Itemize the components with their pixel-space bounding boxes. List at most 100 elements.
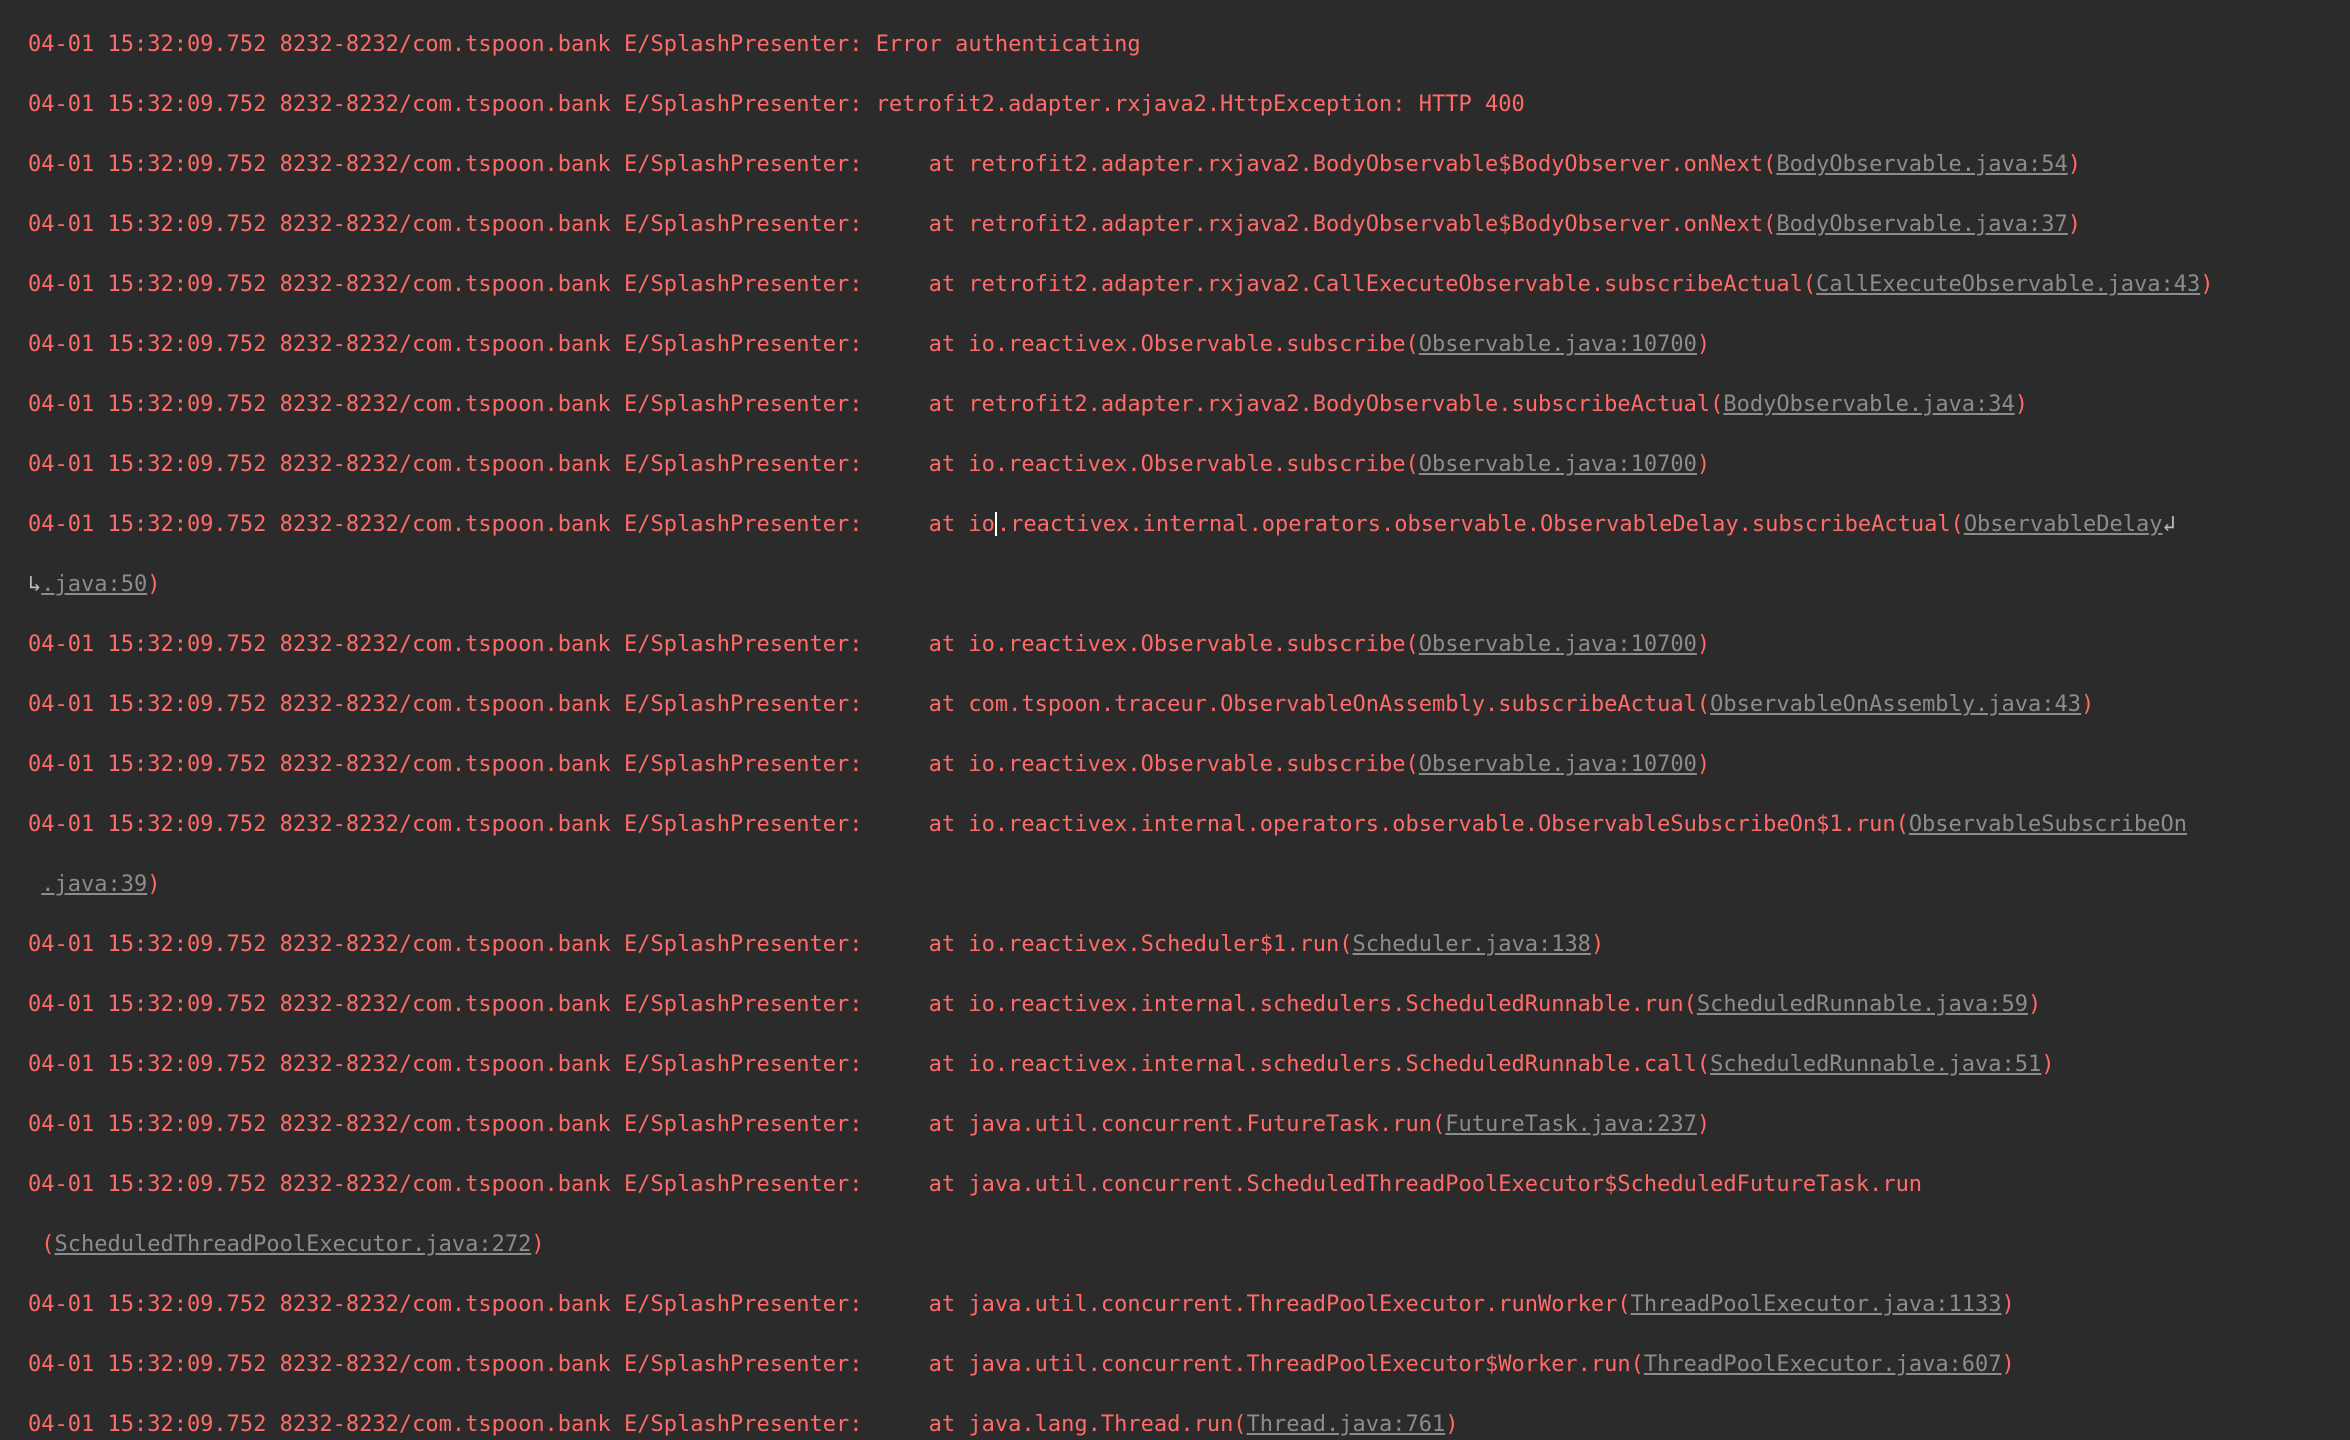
stack-paren: ) [1696,332,1711,357]
stack-paren: ) [2067,212,2082,237]
stack-paren: ) [1696,1112,1711,1137]
source-link[interactable]: ObservableSubscribeOn [1909,812,2187,837]
log-line: 04-01 15:32:09.752 8232-8232/com.tspoon.… [28,390,2350,420]
stack-method: retrofit2.adapter.rxjava2.CallExecuteObs… [968,272,1817,297]
stack-paren: ( [41,1232,55,1257]
source-link[interactable]: Scheduler.java:138 [1353,932,1591,957]
stack-paren: ) [2200,272,2214,297]
log-prefix: 04-01 15:32:09.752 8232-8232/com.tspoon.… [28,1112,876,1137]
stack-at: at [875,452,969,477]
logcat-output[interactable]: 04-01 15:32:09.752 8232-8232/com.tspoon.… [0,0,2350,1437]
source-link[interactable]: .java:39 [41,872,147,897]
stack-at: at [875,1352,969,1377]
stack-at: at [875,332,969,357]
source-link[interactable]: BodyObservable.java:54 [1776,152,2067,177]
log-line: 04-01 15:32:09.752 8232-8232/com.tspoon.… [28,150,2350,180]
log-line: 04-01 15:32:09.752 8232-8232/com.tspoon.… [28,270,2350,300]
log-line: 04-01 15:32:09.752 8232-8232/com.tspoon.… [28,810,2350,840]
log-prefix: 04-01 15:32:09.752 8232-8232/com.tspoon.… [28,1292,876,1317]
log-prefix: 04-01 15:32:09.752 8232-8232/com.tspoon.… [28,152,876,177]
log-line: 04-01 15:32:09.752 8232-8232/com.tspoon.… [28,1350,2350,1380]
source-link[interactable]: Observable.java:10700 [1419,332,1697,357]
stack-paren: ) [1696,452,1711,477]
stack-at: at [875,1112,969,1137]
stack-at: at [875,272,969,297]
stack-method: retrofit2.adapter.rxjava2.BodyObservable… [968,212,1777,237]
stack-paren: ) [2067,152,2082,177]
source-link[interactable]: ThreadPoolExecutor.java:607 [1644,1352,2002,1377]
stack-method: io.reactivex.internal.schedulers.Schedul… [968,1052,1711,1077]
stack-method: io.reactivex.Scheduler$1.run( [968,932,1353,957]
source-link[interactable]: ObservableDelay [1964,512,2163,537]
stack-method: io.reactivex.Observable.subscribe( [968,752,1419,777]
source-link[interactable]: Observable.java:10700 [1419,452,1697,477]
stack-paren: ) [2014,392,2029,417]
log-prefix: 04-01 15:32:09.752 8232-8232/com.tspoon.… [28,632,876,657]
log-line: 04-01 15:32:09.752 8232-8232/com.tspoon.… [28,990,2350,1020]
stack-paren: ) [2028,992,2042,1017]
source-link[interactable]: FutureTask.java:237 [1445,1112,1697,1137]
source-link[interactable]: CallExecuteObservable.java:43 [1816,272,2200,297]
stack-paren: ) [147,572,161,597]
log-line-wrap: (ScheduledThreadPoolExecutor.java:272) [28,1230,2350,1260]
log-prefix: 04-01 15:32:09.752 8232-8232/com.tspoon.… [28,1172,876,1197]
stack-at: at [875,1172,969,1197]
stack-method: io.reactivex.internal.operators.observab… [968,812,1909,837]
source-link[interactable]: ScheduledRunnable.java:59 [1697,992,2028,1017]
log-line: 04-01 15:32:09.752 8232-8232/com.tspoon.… [28,1050,2350,1080]
source-link[interactable]: Observable.java:10700 [1419,752,1697,777]
stack-method: retrofit2.adapter.rxjava2.BodyObservable… [968,392,1724,417]
log-prefix: 04-01 15:32:09.752 8232-8232/com.tspoon.… [28,92,876,117]
log-prefix: 04-01 15:32:09.752 8232-8232/com.tspoon.… [28,272,876,297]
source-link[interactable]: ObservableOnAssembly.java:43 [1710,692,2081,717]
stack-method: io.reactivex.Observable.subscribe( [968,632,1419,657]
log-line: 04-01 15:32:09.752 8232-8232/com.tspoon.… [28,510,2350,540]
source-link[interactable]: ThreadPoolExecutor.java:1133 [1631,1292,2002,1317]
stack-at: at [875,632,969,657]
source-link[interactable]: BodyObservable.java:37 [1776,212,2067,237]
soft-wrap-icon: ↲ [2162,512,2176,537]
source-link[interactable]: .java:50 [41,572,147,597]
log-prefix: 04-01 15:32:09.752 8232-8232/com.tspoon.… [28,212,876,237]
log-line: 04-01 15:32:09.752 8232-8232/com.tspoon.… [28,930,2350,960]
log-line: 04-01 15:32:09.752 8232-8232/com.tspoon.… [28,630,2350,660]
source-link[interactable]: Thread.java:761 [1247,1412,1446,1437]
source-link[interactable]: ScheduledRunnable.java:51 [1710,1052,2041,1077]
stack-paren: ) [2041,1052,2055,1077]
log-prefix: 04-01 15:32:09.752 8232-8232/com.tspoon.… [28,452,876,477]
log-prefix: 04-01 15:32:09.752 8232-8232/com.tspoon.… [28,1352,876,1377]
stack-paren: ) [2081,692,2095,717]
log-message: Error authenticating [875,32,1141,57]
log-prefix: 04-01 15:32:09.752 8232-8232/com.tspoon.… [28,692,876,717]
log-prefix: 04-01 15:32:09.752 8232-8232/com.tspoon.… [28,812,876,837]
log-prefix: 04-01 15:32:09.752 8232-8232/com.tspoon.… [28,512,876,537]
source-link[interactable]: Observable.java:10700 [1419,632,1697,657]
log-prefix: 04-01 15:32:09.752 8232-8232/com.tspoon.… [28,332,876,357]
stack-method: java.util.concurrent.ThreadPoolExecutor.… [968,1292,1631,1317]
stack-method: retrofit2.adapter.rxjava2.BodyObservable… [968,152,1777,177]
stack-method: java.util.concurrent.ThreadPoolExecutor$… [968,1352,1644,1377]
stack-method: .reactivex.internal.operators.observable… [996,512,1964,537]
stack-at: at [875,1292,969,1317]
stack-method: com.tspoon.traceur.ObservableOnAssembly.… [968,692,1711,717]
log-prefix: 04-01 15:32:09.752 8232-8232/com.tspoon.… [28,752,876,777]
source-link[interactable]: ScheduledThreadPoolExecutor.java:272 [55,1232,532,1257]
log-line: 04-01 15:32:09.752 8232-8232/com.tspoon.… [28,690,2350,720]
stack-at: at [875,1412,969,1437]
log-prefix: 04-01 15:32:09.752 8232-8232/com.tspoon.… [28,392,876,417]
log-line-wrap: .java:39) [28,870,2350,900]
stack-method: java.util.concurrent.FutureTask.run( [968,1112,1446,1137]
log-prefix: 04-01 15:32:09.752 8232-8232/com.tspoon.… [28,932,876,957]
log-prefix: 04-01 15:32:09.752 8232-8232/com.tspoon.… [28,1052,876,1077]
stack-paren: ) [1445,1412,1459,1437]
stack-at: at [875,392,969,417]
source-link[interactable]: BodyObservable.java:34 [1723,392,2014,417]
stack-at: at [875,512,969,537]
log-line: 04-01 15:32:09.752 8232-8232/com.tspoon.… [28,210,2350,240]
stack-at: at [875,752,969,777]
stack-method: io.reactivex.Observable.subscribe( [968,452,1419,477]
stack-at: at [875,992,969,1017]
stack-at: at [875,212,969,237]
stack-method: java.lang.Thread.run( [968,1412,1247,1437]
log-prefix: 04-01 15:32:09.752 8232-8232/com.tspoon.… [28,32,876,57]
